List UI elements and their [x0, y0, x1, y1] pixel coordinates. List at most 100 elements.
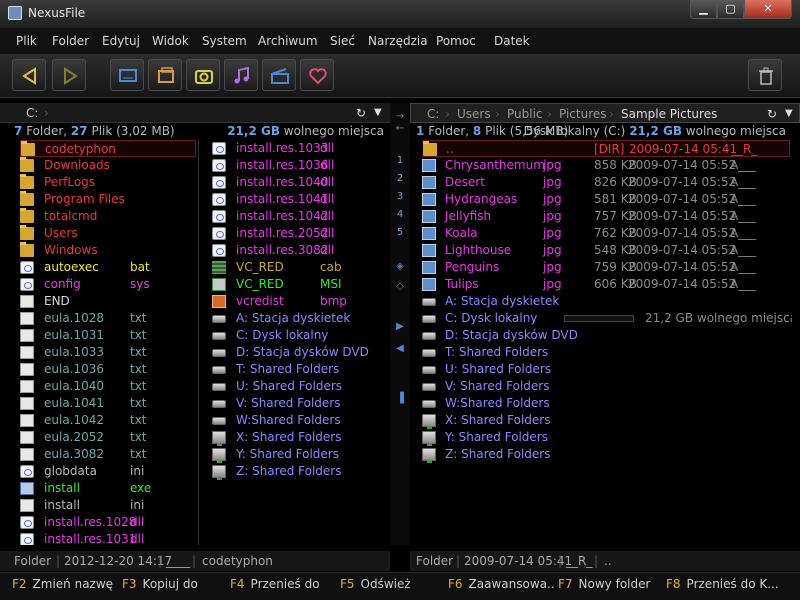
- list-item[interactable]: VC_RED cab: [212, 259, 390, 276]
- list-item[interactable]: Y: Shared Folders: [212, 446, 390, 463]
- list-item[interactable]: eula.1028 txt: [20, 310, 196, 327]
- list-item[interactable]: eula.1033 txt: [20, 344, 196, 361]
- list-item[interactable]: Chrysanthemum jpg 858 KB 2009-07-14 05:52 A_…: [422, 157, 790, 174]
- function-key-f7[interactable]: F7 Nowy folder: [558, 577, 662, 595]
- list-item[interactable]: Downloads: [20, 157, 196, 174]
- list-item[interactable]: eula.1042 txt: [20, 412, 196, 429]
- menu-system[interactable]: System: [202, 34, 247, 48]
- list-item[interactable]: install ini: [20, 497, 196, 514]
- desktop-button[interactable]: [110, 59, 144, 91]
- list-item[interactable]: Desert jpg 826 KB 2009-07-14 05:52 A___: [422, 174, 790, 191]
- refresh-icon[interactable]: ↻: [767, 107, 777, 121]
- divider-button[interactable]: ◇: [394, 281, 406, 292]
- list-item[interactable]: install.res.1036 dll: [212, 157, 390, 174]
- video-button[interactable]: [262, 59, 296, 91]
- music-button[interactable]: [224, 59, 258, 91]
- list-item[interactable]: install.res.2052 dll: [212, 225, 390, 242]
- list-item[interactable]: vcredist bmp: [212, 293, 390, 310]
- list-item[interactable]: W:Shared Folders: [212, 412, 390, 429]
- divider-button[interactable]: ←: [394, 123, 406, 134]
- folder-button[interactable]: [148, 59, 182, 91]
- list-item[interactable]: Hydrangeas jpg 581 KB 2009-07-14 05:52 A___: [422, 191, 790, 208]
- back-button[interactable]: [12, 59, 46, 91]
- list-item[interactable]: eula.1041 txt: [20, 395, 196, 412]
- list-item[interactable]: eula.1040 txt: [20, 378, 196, 395]
- drive-item[interactable]: T: Shared Folders: [422, 344, 790, 361]
- drive-item[interactable]: A: Stacja dyskietek: [422, 293, 790, 310]
- drive-item[interactable]: U: Shared Folders: [422, 361, 790, 378]
- pictures-button[interactable]: [186, 59, 220, 91]
- list-item[interactable]: Windows: [20, 242, 196, 259]
- list-item[interactable]: T: Shared Folders: [212, 361, 390, 378]
- function-key-f2[interactable]: F2 Zmień nazwę: [12, 577, 118, 595]
- list-item[interactable]: eula.1036 txt: [20, 361, 196, 378]
- divider-button[interactable]: 1: [394, 155, 406, 166]
- list-item[interactable]: A: Stacja dyskietek: [212, 310, 390, 327]
- drive-item[interactable]: D: Stacja dysków DVD: [422, 327, 790, 344]
- divider-button[interactable]: ◈: [394, 261, 406, 272]
- list-item[interactable]: VC_RED MSI: [212, 276, 390, 293]
- list-item[interactable]: END: [20, 293, 196, 310]
- function-key-f4[interactable]: F4 Przenieś do: [230, 577, 336, 595]
- path-segment[interactable]: C:: [427, 107, 439, 121]
- list-item[interactable]: Users: [20, 225, 196, 242]
- list-item[interactable]: U: Shared Folders: [212, 378, 390, 395]
- list-item[interactable]: C: Dysk lokalny: [212, 327, 390, 344]
- list-item[interactable]: D: Stacja dysków DVD: [212, 344, 390, 361]
- drive-item[interactable]: V: Shared Folders: [422, 378, 790, 395]
- forward-button[interactable]: [52, 59, 86, 91]
- menu-plik[interactable]: Plik: [16, 34, 37, 48]
- menu-narzędzia[interactable]: Narzędzia: [368, 34, 428, 48]
- list-item[interactable]: PerfLogs: [20, 174, 196, 191]
- chevron-down-icon[interactable]: ▼: [785, 108, 793, 119]
- menu-folder[interactable]: Folder: [52, 34, 89, 48]
- divider-button[interactable]: ◀: [394, 343, 406, 354]
- path-segment[interactable]: Users: [457, 107, 491, 121]
- list-item[interactable]: install.res.1033 dll: [212, 140, 390, 157]
- menu-sieć[interactable]: Sieć: [330, 34, 355, 48]
- list-item[interactable]: install.res.1028 dll: [20, 514, 196, 531]
- minimize-button[interactable]: ▁: [690, 0, 717, 19]
- list-item[interactable]: Lighthouse jpg 548 KB 2009-07-14 05:52 A___: [422, 242, 790, 259]
- list-item[interactable]: config sys: [20, 276, 196, 293]
- list-item[interactable]: install.res.1040 dll: [212, 174, 390, 191]
- list-item[interactable]: codetyphon: [20, 140, 196, 157]
- list-item[interactable]: Program Files: [20, 191, 196, 208]
- list-item[interactable]: Tulips jpg 606 KB 2009-07-14 05:52 A___: [422, 276, 790, 293]
- right-path-bar[interactable]: ↻ ▼ C: › Users › Public › Pictures › Sample Pict…: [410, 103, 800, 123]
- list-item[interactable]: Koala jpg 762 KB 2009-07-14 05:52 A___: [422, 225, 790, 242]
- list-item[interactable]: eula.2052 txt: [20, 429, 196, 446]
- menu-pomoc[interactable]: Pomoc: [436, 34, 476, 48]
- path-segment[interactable]: Pictures: [559, 107, 607, 121]
- path-segment[interactable]: Public: [507, 107, 543, 121]
- close-button[interactable]: ✕: [744, 0, 792, 19]
- list-item[interactable]: install.res.1031 dll: [20, 531, 196, 545]
- list-item[interactable]: Penguins jpg 759 KB 2009-07-14 05:52 A___: [422, 259, 790, 276]
- path-segment[interactable]: C:: [26, 106, 38, 120]
- function-key-f6[interactable]: F6 Zaawansowa...: [448, 577, 554, 595]
- divider-button[interactable]: ▶: [394, 321, 406, 332]
- menu-widok[interactable]: Widok: [152, 34, 189, 48]
- list-item[interactable]: X: Shared Folders: [212, 429, 390, 446]
- list-item[interactable]: totalcmd: [20, 208, 196, 225]
- trash-button[interactable]: [748, 59, 782, 91]
- function-key-f8[interactable]: F8 Przenieś do K...: [666, 577, 796, 595]
- menu-datek[interactable]: Datek: [494, 34, 530, 48]
- list-item[interactable]: install.res.1042 dll: [212, 208, 390, 225]
- drive-item[interactable]: C: Dysk lokalny 21,2 GB wolnego miejsca: [422, 310, 792, 327]
- divider-button[interactable]: 4: [394, 209, 406, 220]
- refresh-icon[interactable]: ↻: [356, 106, 366, 120]
- divider-button[interactable]: ▐: [394, 393, 406, 404]
- list-item[interactable]: eula.3082 txt: [20, 446, 196, 463]
- left-path-bar[interactable]: C: › ↻ ▼: [0, 103, 390, 123]
- function-key-f3[interactable]: F3 Kopiuj do: [122, 577, 226, 595]
- list-item[interactable]: install.res.3082 dll: [212, 242, 390, 259]
- favorites-button[interactable]: [300, 59, 334, 91]
- list-item[interactable]: Jellyfish jpg 757 KB 2009-07-14 05:52 A___: [422, 208, 790, 225]
- divider-button[interactable]: 2: [394, 173, 406, 184]
- drive-item[interactable]: X: Shared Folders: [422, 412, 790, 429]
- function-key-f5[interactable]: F5 Odśwież: [340, 577, 444, 595]
- menu-archiwum[interactable]: Archiwum: [258, 34, 318, 48]
- list-item[interactable]: install exe: [20, 480, 196, 497]
- list-item[interactable]: .. [DIR] 2009-07-14 05:41 __R_: [422, 140, 790, 157]
